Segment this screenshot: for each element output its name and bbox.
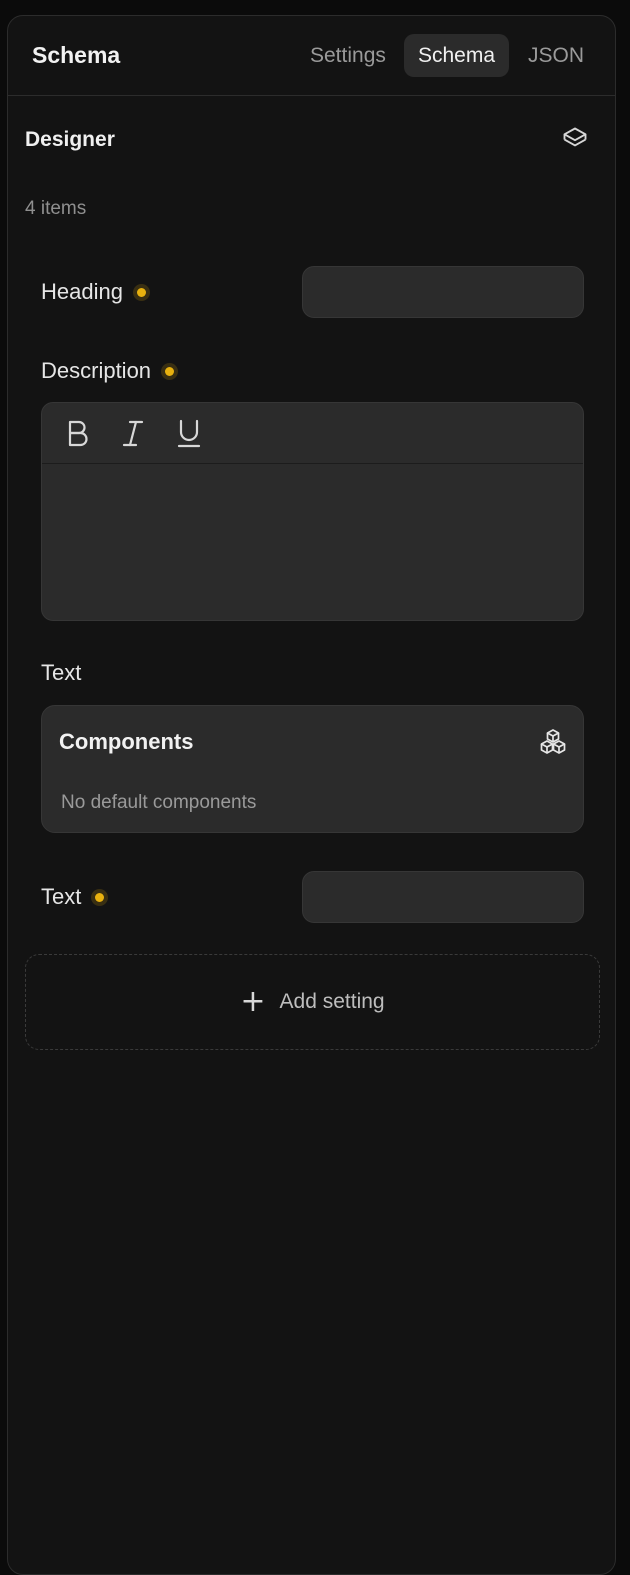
modified-indicator bbox=[136, 287, 146, 297]
tab-schema[interactable]: Schema bbox=[404, 34, 510, 77]
layers-icon[interactable] bbox=[561, 125, 589, 153]
underline-icon[interactable] bbox=[173, 416, 205, 450]
components-title: Components bbox=[59, 729, 194, 754]
components-box[interactable]: Components No default components bbox=[41, 705, 584, 833]
bold-icon[interactable] bbox=[62, 416, 94, 450]
plus-icon: + bbox=[240, 984, 266, 1019]
description-label-text: Description bbox=[41, 358, 152, 383]
components-empty-text: No default components bbox=[61, 792, 257, 813]
modified-indicator bbox=[95, 892, 105, 902]
description-rich-text-editor bbox=[41, 402, 584, 621]
tab-json[interactable]: JSON bbox=[514, 34, 598, 77]
text-field-label: Text bbox=[41, 884, 105, 910]
description-field-label: Description bbox=[41, 358, 175, 384]
schema-panel: Schema Settings Schema JSON Designer 4 i… bbox=[7, 15, 616, 1575]
rte-toolbar bbox=[42, 403, 583, 464]
designer-title: Designer bbox=[25, 128, 115, 151]
text-input[interactable] bbox=[302, 871, 584, 923]
item-count: 4 items bbox=[25, 198, 87, 219]
modified-indicator bbox=[165, 366, 175, 376]
cubes-icon[interactable] bbox=[538, 727, 568, 757]
heading-field-label: Heading bbox=[41, 279, 146, 305]
text-label-text: Text bbox=[41, 884, 82, 909]
panel-title: Schema bbox=[32, 42, 121, 68]
add-setting-button[interactable]: + Add setting bbox=[25, 954, 600, 1050]
heading-label-text: Heading bbox=[41, 279, 123, 304]
panel-header: Schema Settings Schema JSON bbox=[8, 16, 615, 96]
add-setting-label: Add setting bbox=[279, 990, 385, 1013]
heading-input[interactable] bbox=[302, 266, 584, 318]
text-components-label-text: Text bbox=[41, 660, 82, 685]
italic-icon[interactable] bbox=[117, 416, 149, 450]
tab-settings[interactable]: Settings bbox=[296, 34, 400, 77]
text-components-label: Text bbox=[41, 660, 81, 686]
